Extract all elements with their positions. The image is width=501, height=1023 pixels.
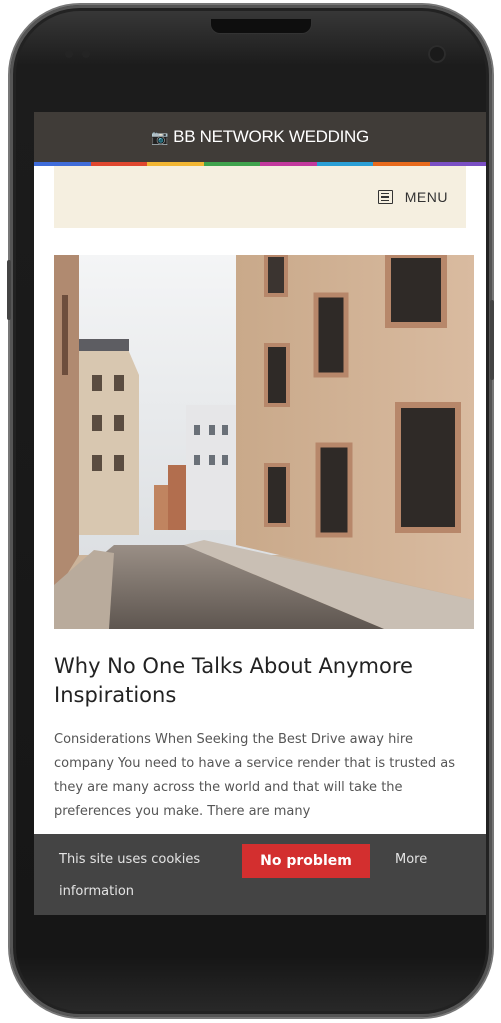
phone-sensor bbox=[65, 50, 73, 58]
front-camera bbox=[428, 45, 446, 63]
nav-bar: MENU bbox=[54, 166, 466, 228]
cookie-text: This site uses cookies bbox=[59, 852, 201, 867]
power-button bbox=[490, 300, 494, 380]
cookie-accept-button[interactable]: No problem bbox=[242, 844, 370, 878]
phone-screen: 📷 BB NETWORK WEDDING MENU Why No One Tal… bbox=[34, 112, 486, 915]
cookie-more-info-link[interactable]: More bbox=[395, 852, 427, 867]
post-title[interactable]: Why No One Talks About Anymore Inspirati… bbox=[54, 652, 474, 710]
post-excerpt: Considerations When Seeking the Best Dri… bbox=[54, 732, 455, 819]
camera-icon: 📷 bbox=[151, 128, 169, 145]
menu-label: MENU bbox=[404, 189, 448, 205]
site-header: 📷 BB NETWORK WEDDING bbox=[34, 112, 486, 162]
cookie-banner: This site uses cookies No problem More i… bbox=[34, 834, 486, 915]
menu-icon bbox=[377, 190, 393, 204]
phone-speaker bbox=[210, 19, 312, 34]
cookie-more-info-link-continued[interactable]: information bbox=[59, 884, 134, 899]
site-title[interactable]: BB NETWORK WEDDING bbox=[173, 127, 369, 147]
post-featured-image[interactable] bbox=[54, 255, 474, 629]
phone-sensor bbox=[82, 50, 90, 58]
volume-button bbox=[7, 260, 11, 320]
menu-button[interactable]: MENU bbox=[377, 189, 448, 205]
